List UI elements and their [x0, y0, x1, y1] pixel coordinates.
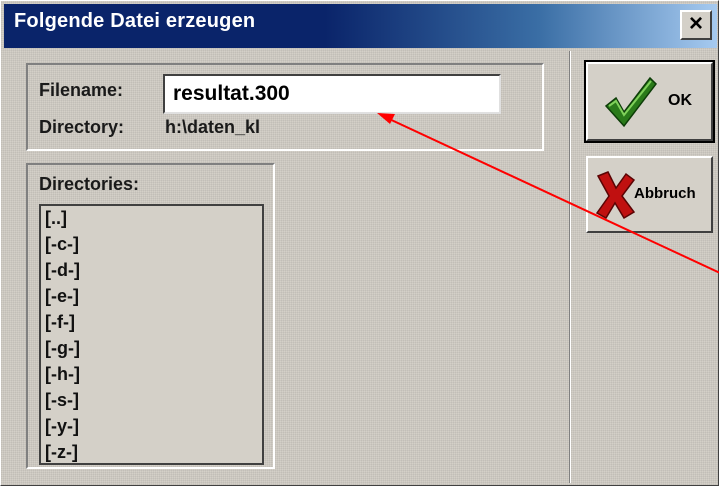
ok-label: OK [668, 92, 692, 109]
green-checkmark-icon [604, 76, 657, 128]
list-item[interactable]: [-g-] [45, 338, 80, 360]
cancel-button[interactable]: Abbruch [586, 156, 713, 233]
cancel-label: Abbruch [634, 185, 696, 202]
title-bar[interactable]: Folgende Datei erzeugen × [4, 4, 717, 48]
red-x-icon [595, 171, 636, 220]
vertical-divider [569, 51, 571, 483]
filename-label: Filename: [39, 80, 124, 100]
filename-input[interactable] [163, 74, 501, 114]
list-item[interactable]: [-e-] [45, 286, 79, 308]
directories-list[interactable]: [..] [-c-] [-d-] [-e-] [-f-] [-g-] [-h-]… [39, 204, 264, 465]
directory-label: Directory: [39, 117, 125, 137]
list-item[interactable]: [..] [45, 208, 67, 230]
list-item[interactable]: [-h-] [45, 364, 80, 386]
directories-label: Directories: [39, 174, 140, 194]
list-item[interactable]: [-d-] [45, 260, 80, 282]
list-item[interactable]: [-s-] [45, 390, 79, 412]
close-icon: × [688, 10, 703, 37]
dialog-title: Folgende Datei erzeugen [14, 10, 256, 32]
directory-value: h:\daten_kl [165, 117, 261, 137]
ok-button[interactable]: OK [584, 60, 715, 143]
list-item[interactable]: [-z-] [45, 442, 78, 463]
list-item[interactable]: [-f-] [45, 312, 75, 334]
close-button[interactable]: × [680, 10, 712, 40]
list-item[interactable]: [-y-] [45, 416, 79, 438]
dialog-window: Folgende Datei erzeugen × Filename: Dire… [0, 0, 719, 486]
list-item[interactable]: [-c-] [45, 234, 79, 256]
